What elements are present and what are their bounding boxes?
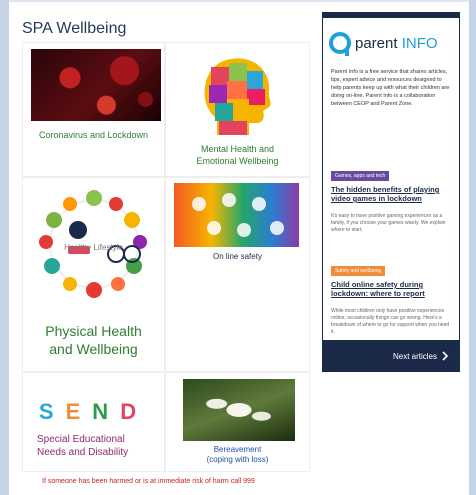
next-articles-button[interactable]: Next articles: [323, 340, 459, 372]
send-logo: SEND: [38, 399, 149, 424]
article-1-summary: It's easy to have positive gaming experi…: [331, 213, 446, 233]
social-media-image: [174, 183, 299, 247]
tile-physical-health-label: Physical Health and Wellbeing: [45, 323, 142, 357]
twitter-icon: [252, 197, 266, 211]
puzzle-head-icon: [204, 58, 271, 135]
window-frame-left: [0, 0, 9, 495]
parent-info-logo[interactable]: parent INFO: [329, 32, 438, 56]
chevron-right-icon: [442, 351, 449, 361]
tile-bereavement-label: Bereavement (coping with loss): [206, 445, 269, 464]
article-1-tag[interactable]: Games, apps and tech: [331, 171, 390, 181]
article-2-summary: While most children only have positive e…: [331, 308, 450, 335]
window-frame-right: [469, 0, 476, 495]
tile-coronavirus[interactable]: Coronavirus and Lockdown: [22, 42, 165, 177]
tile-bereavement[interactable]: Bereavement (coping with loss): [165, 372, 310, 472]
coronavirus-image: [31, 49, 161, 121]
tile-coronavirus-label: Coronavirus and Lockdown: [38, 130, 149, 140]
parent-info-widget: parent INFO Parent Info is a free servic…: [322, 12, 460, 372]
article-1-headline-link[interactable]: The hidden benefits of playing video gam…: [331, 185, 455, 203]
healthy-lifestyle-banner: Healthy Lifestyle: [64, 243, 123, 252]
facebook-icon: [222, 193, 236, 207]
parent-info-intro: Parent Info is a free service that share…: [331, 69, 450, 107]
article-2-headline-link[interactable]: Child online safety during lockdown: whe…: [331, 280, 455, 298]
tile-send[interactable]: SEND Special Educational Needs and Disab…: [22, 372, 165, 472]
article-2-tag[interactable]: Safety and wellbeing: [331, 266, 386, 276]
parent-info-mark-icon: [329, 32, 351, 56]
lily-flower-image: [183, 379, 295, 441]
snapchat-icon: [207, 221, 221, 235]
wellbeing-tile-grid: Coronavirus and Lockdown Mental Health a…: [22, 42, 310, 474]
tile-online-safety[interactable]: On line safety: [165, 177, 310, 372]
instagram-icon: [192, 197, 206, 211]
page-title: SPA Wellbeing: [22, 20, 127, 37]
tile-online-safety-label: On line safety: [213, 252, 262, 261]
whatsapp-icon: [237, 223, 251, 237]
emergency-note: If someone has been harmed or is at imme…: [42, 478, 255, 485]
tile-mental-health[interactable]: Mental Health and Emotional Wellbeing: [165, 42, 310, 177]
tile-mental-health-label: Mental Health and Emotional Wellbeing: [196, 144, 279, 166]
vine-icon: [270, 221, 284, 235]
tile-send-label: Special Educational Needs and Disability: [37, 434, 129, 458]
tile-physical-health[interactable]: Healthy Lifestyle Physical Health and We…: [22, 177, 165, 372]
